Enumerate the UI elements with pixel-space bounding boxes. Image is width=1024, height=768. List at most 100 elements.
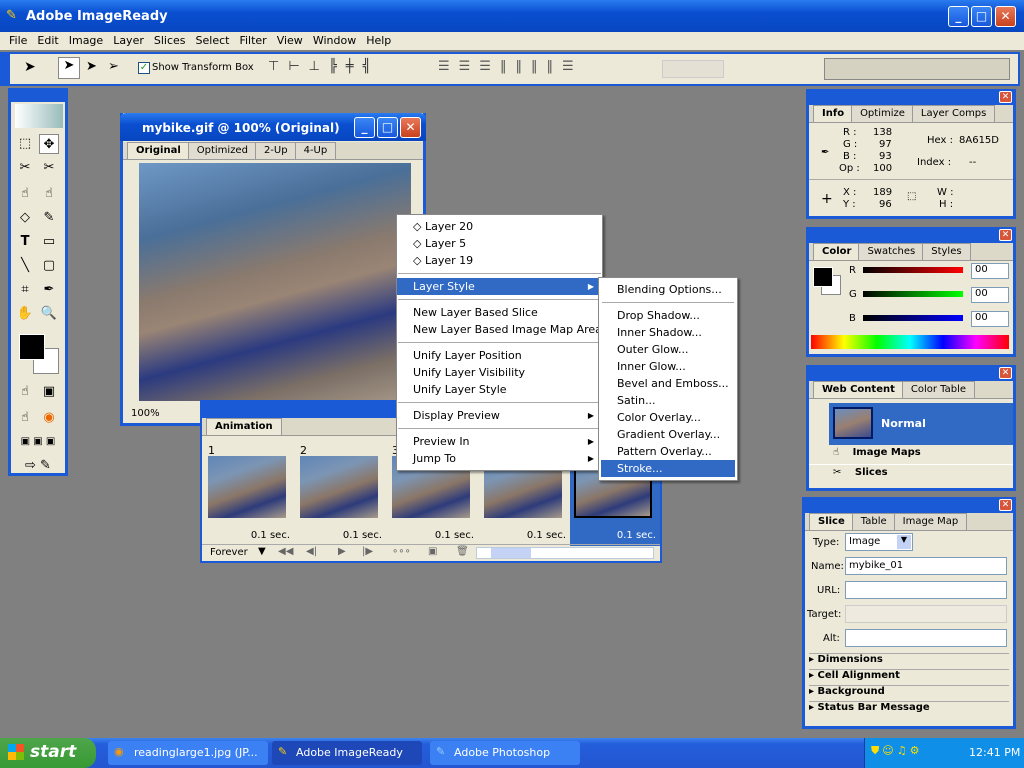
loop-dropdown-icon[interactable]: ▼ <box>258 546 266 557</box>
menu-item-jump-to[interactable]: Jump To ▶ <box>397 450 602 467</box>
r-input[interactable]: 00 <box>971 263 1009 279</box>
menu-item-new-layer-slice[interactable]: New Layer Based Slice <box>397 304 602 321</box>
type-select[interactable]: Image ▼ <box>845 533 913 551</box>
tab-color[interactable]: Color <box>813 243 861 260</box>
slice-tool-icon[interactable]: ✂ <box>15 158 35 178</box>
eyedropper-tool-icon[interactable]: ✒ <box>39 280 59 300</box>
panel-close-icon[interactable]: ✕ <box>999 499 1012 511</box>
menu-item-layer-style[interactable]: Layer Style ▶ <box>397 278 602 295</box>
section-status-bar-message[interactable]: ▸ Status Bar Message <box>809 701 1009 716</box>
menu-select[interactable]: Select <box>191 32 235 50</box>
url-input[interactable] <box>845 581 1007 599</box>
move-tool-icon[interactable]: ➤ <box>24 59 36 75</box>
tab-original[interactable]: Original <box>127 142 190 159</box>
menu-item-satin[interactable]: Satin... <box>601 392 735 409</box>
zoom-level[interactable]: 100% <box>131 408 160 419</box>
r-slider[interactable] <box>863 267 963 273</box>
foreground-color-swatch[interactable] <box>19 334 45 360</box>
menu-slices[interactable]: Slices <box>149 32 191 50</box>
direct-select-icon[interactable]: ➢ <box>108 59 119 74</box>
menu-item-layer-5[interactable]: ◇ Layer 5 <box>397 235 602 252</box>
tab-optimize[interactable]: Optimize <box>851 105 914 122</box>
eraser-tool-icon[interactable]: ◇ <box>15 208 35 228</box>
b-input[interactable]: 00 <box>971 311 1009 327</box>
screen-mode-icons[interactable]: ▣ ▣ ▣ <box>15 432 61 452</box>
marquee-tool-icon[interactable]: ⬚ <box>15 134 35 154</box>
move-tool-icon[interactable]: ✥ <box>39 134 59 154</box>
menu-item-color-overlay[interactable]: Color Overlay... <box>601 409 735 426</box>
name-input[interactable]: mybike_01 <box>845 557 1007 575</box>
task-readinglarge[interactable]: ◉ readinglarge1.jpg (JP... <box>108 741 268 765</box>
loop-select[interactable]: Forever <box>210 547 248 558</box>
menu-item-stroke[interactable]: Stroke... <box>601 460 735 477</box>
menu-item-layer-20[interactable]: ◇ Layer 20 <box>397 218 602 235</box>
play-button[interactable]: ▶ <box>338 546 346 557</box>
tab-info[interactable]: Info <box>813 105 854 122</box>
tray-icons[interactable]: ⛊☺♫⚙ <box>871 744 922 758</box>
menu-view[interactable]: View <box>272 32 308 50</box>
task-photoshop[interactable]: ✎ Adobe Photoshop <box>430 741 580 765</box>
tab-layer-comps[interactable]: Layer Comps <box>911 105 996 122</box>
doc-close-button[interactable]: ✕ <box>400 117 421 138</box>
zoom-tool-icon[interactable]: 🔍 <box>39 304 59 324</box>
menu-item-layer-19[interactable]: ◇ Layer 19 <box>397 252 602 269</box>
tab-color-table[interactable]: Color Table <box>901 381 976 398</box>
menu-item-display-preview[interactable]: Display Preview ▶ <box>397 407 602 424</box>
menu-filter[interactable]: Filter <box>234 32 271 50</box>
web-content-item-slices[interactable]: ✂ Slices <box>809 467 1013 485</box>
jump-to-photoshop-icon[interactable]: ⇨ ✎ <box>15 456 61 476</box>
panel-close-icon[interactable]: ✕ <box>999 367 1012 379</box>
preview-browser-icon[interactable]: ◉ <box>39 408 59 428</box>
distribute-dropdown[interactable] <box>662 60 724 78</box>
tab-optimized[interactable]: Optimized <box>187 142 257 159</box>
menu-item-blending-options[interactable]: Blending Options... <box>601 281 735 298</box>
start-button[interactable]: start <box>0 738 96 768</box>
panel-close-icon[interactable]: ✕ <box>999 91 1012 103</box>
distribute-icons[interactable]: ☰☰☰‖‖‖‖☰ <box>438 59 583 74</box>
menu-image[interactable]: Image <box>64 32 108 50</box>
b-slider[interactable] <box>863 315 963 321</box>
menu-window[interactable]: Window <box>308 32 361 50</box>
align-icons[interactable]: ⊤⊢⊥╠╪╣ <box>268 59 379 74</box>
animation-frame[interactable]: 2 0.1 sec. <box>296 444 382 546</box>
panel-close-icon[interactable]: ✕ <box>999 229 1012 241</box>
canvas-image[interactable] <box>139 163 411 401</box>
new-frame-button[interactable]: ▣ <box>428 546 437 557</box>
slice-visibility-icon[interactable]: ▣ <box>39 382 59 402</box>
g-slider[interactable] <box>863 291 963 297</box>
web-content-item-image-maps[interactable]: ☝ Image Maps <box>809 447 1013 465</box>
show-transform-checkbox[interactable]: ✓ <box>138 62 150 74</box>
image-map-tool-icon[interactable]: ☝ <box>15 184 35 204</box>
rectangle-tool-icon[interactable]: ▭ <box>39 232 59 252</box>
tab-web-content[interactable]: Web Content <box>813 381 904 398</box>
rounded-rect-icon[interactable]: ▢ <box>39 256 59 276</box>
task-imageready[interactable]: ✎ Adobe ImageReady <box>272 741 422 765</box>
move-tool-selected-icon[interactable]: ➤ <box>58 57 80 79</box>
type-tool-icon[interactable]: T <box>15 232 35 252</box>
crop-tool-icon[interactable]: ⌗ <box>15 280 35 300</box>
tab-styles[interactable]: Styles <box>922 243 971 260</box>
menu-help[interactable]: Help <box>361 32 396 50</box>
menu-item-unify-position[interactable]: Unify Layer Position <box>397 347 602 364</box>
alt-input[interactable] <box>845 629 1007 647</box>
frame-delay[interactable]: 0.1 sec. <box>527 530 566 541</box>
horizontal-scrollbar[interactable] <box>476 547 654 559</box>
menu-item-inner-shadow[interactable]: Inner Shadow... <box>601 324 735 341</box>
tab-animation[interactable]: Animation <box>206 418 282 435</box>
frame-delay[interactable]: 0.1 sec. <box>251 530 290 541</box>
animation-frame[interactable]: 1 0.1 sec. <box>204 444 290 546</box>
target-select[interactable] <box>845 605 1007 623</box>
hand-tool-icon[interactable]: ✋ <box>15 304 35 324</box>
g-input[interactable]: 00 <box>971 287 1009 303</box>
image-map-visibility-icon[interactable]: ☝ <box>15 382 35 402</box>
arrow-icon[interactable]: ➤ <box>86 59 97 74</box>
menu-edit[interactable]: Edit <box>32 32 63 50</box>
menu-item-pattern-overlay[interactable]: Pattern Overlay... <box>601 443 735 460</box>
doc-minimize-button[interactable]: _ <box>354 117 375 138</box>
menu-item-preview-in[interactable]: Preview In ▶ <box>397 433 602 450</box>
tab-swatches[interactable]: Swatches <box>858 243 925 260</box>
menu-item-bevel-emboss[interactable]: Bevel and Emboss... <box>601 375 735 392</box>
brush-tool-icon[interactable]: ✎ <box>39 208 59 228</box>
section-dimensions[interactable]: ▸ Dimensions <box>809 653 1009 668</box>
maximize-button[interactable]: □ <box>971 6 992 27</box>
